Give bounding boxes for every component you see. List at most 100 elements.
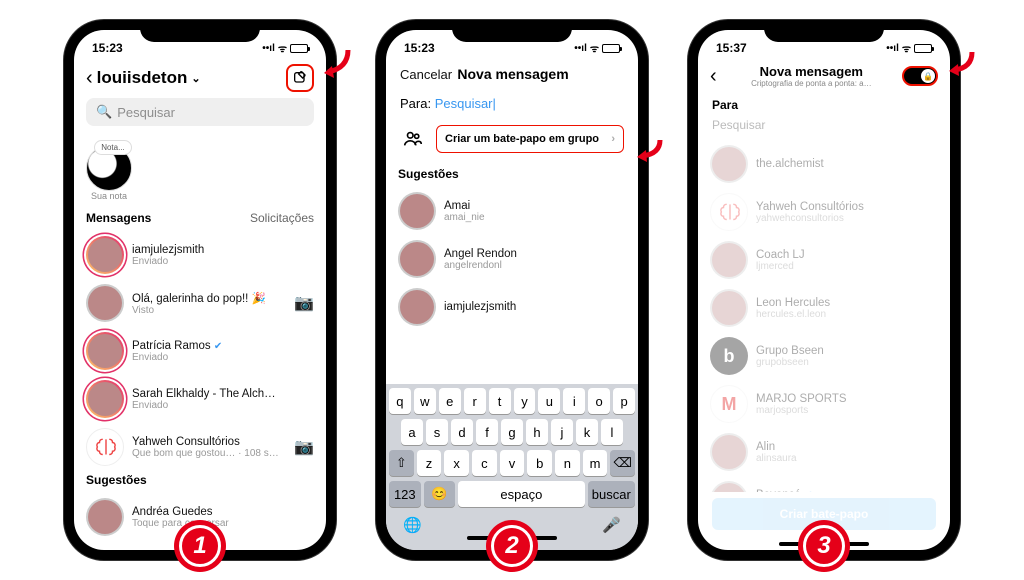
globe-icon[interactable]: 🌐 xyxy=(403,516,422,534)
message-row[interactable]: Olá, galerinha do pop!! 🎉Visto 📷 xyxy=(74,279,326,327)
contact-name: Olá, galerinha do pop!! 🎉 xyxy=(132,291,282,305)
key[interactable]: r xyxy=(464,388,486,414)
search-input[interactable]: 🔍 Pesquisar xyxy=(86,98,314,126)
notes-tray[interactable]: Nota... Sua nota xyxy=(74,134,326,209)
contact-row[interactable]: Coach LJljmerced xyxy=(698,236,950,284)
delete-key[interactable]: ⌫ xyxy=(610,450,635,476)
search-input[interactable]: Pesquisar xyxy=(698,114,950,140)
contact-row[interactable]: Beyoncé ✔beyonce xyxy=(698,476,950,492)
camera-icon[interactable]: 📷 xyxy=(294,293,314,313)
key[interactable]: y xyxy=(514,388,536,414)
step-badge-3: 3 xyxy=(798,520,850,572)
key[interactable]: o xyxy=(588,388,610,414)
message-row[interactable]: Patrícia Ramos ✔Enviado xyxy=(74,327,326,375)
contact-row[interactable]: Alinalinsaura xyxy=(698,428,950,476)
message-preview: Visto xyxy=(132,305,282,316)
key[interactable]: t xyxy=(489,388,511,414)
messages-list[interactable]: iamjulezjsmithEnviadoOlá, galerinha do p… xyxy=(74,231,326,550)
message-preview: Enviado xyxy=(132,256,282,267)
space-key[interactable]: espaço xyxy=(458,481,584,507)
key[interactable]: i xyxy=(563,388,585,414)
callout-arrow-1 xyxy=(318,46,354,82)
contact-row[interactable]: Yahweh Consultóriosyahwehconsultorios xyxy=(698,188,950,236)
requests-link[interactable]: Solicitações xyxy=(250,211,314,225)
back-button[interactable]: ‹ xyxy=(710,65,717,88)
numbers-key[interactable]: 123 xyxy=(389,481,421,507)
status-time: 15:23 xyxy=(404,41,435,55)
suggestion-row[interactable]: Amaiamai_nie xyxy=(386,187,638,235)
key[interactable]: n xyxy=(555,450,580,476)
message-row[interactable]: Sarah Elkhaldy - The AlchemistEnviado xyxy=(74,375,326,423)
avatar xyxy=(86,236,124,274)
contact-row[interactable]: the.alchemist xyxy=(698,140,950,188)
key[interactable]: a xyxy=(401,419,423,445)
key[interactable]: c xyxy=(472,450,497,476)
contact-row[interactable]: Leon Herculeshercules.el.leon xyxy=(698,284,950,332)
key[interactable]: d xyxy=(451,419,473,445)
shift-key[interactable]: ⇧ xyxy=(389,450,414,476)
avatar xyxy=(710,193,748,231)
suggestions-list[interactable]: Amaiamai_nieAngel Rendonangelrendonliamj… xyxy=(386,187,638,331)
status-time: 15:37 xyxy=(716,41,747,55)
avatar: M xyxy=(710,385,748,423)
to-field[interactable]: Para: Pesquisar| xyxy=(386,90,638,117)
go-key[interactable]: buscar xyxy=(588,481,635,507)
key[interactable]: h xyxy=(526,419,548,445)
page-title: Nova mensagem xyxy=(721,64,902,79)
contact-name: iamjulezjsmith xyxy=(132,244,282,256)
suggestion-row[interactable]: iamjulezjsmith xyxy=(386,283,638,331)
key[interactable]: f xyxy=(476,419,498,445)
key[interactable]: q xyxy=(389,388,411,414)
page-subtitle: Criptografia de ponta a ponta: a… xyxy=(721,79,902,88)
avatar xyxy=(86,498,124,536)
avatar xyxy=(398,192,436,230)
avatar xyxy=(86,428,124,466)
section-messages: Mensagens xyxy=(86,211,151,225)
key[interactable]: s xyxy=(426,419,448,445)
avatar: b xyxy=(710,337,748,375)
message-preview: Enviado xyxy=(132,400,282,411)
verified-icon: ✔ xyxy=(214,341,222,352)
message-row[interactable]: iamjulezjsmithEnviado xyxy=(74,231,326,279)
page-title: Nova mensagem xyxy=(457,66,568,82)
key[interactable]: v xyxy=(500,450,525,476)
e2ee-toggle[interactable]: 🔒 xyxy=(902,66,938,86)
avatar xyxy=(398,288,436,326)
search-icon: 🔍 xyxy=(96,104,112,120)
key[interactable]: m xyxy=(583,450,608,476)
create-group-chat-button[interactable]: Criar um bate-papo em grupo › xyxy=(436,125,624,153)
cancel-button[interactable]: Cancelar xyxy=(400,67,452,82)
section-suggestions: Sugestões xyxy=(86,473,147,487)
status-time: 15:23 xyxy=(92,41,123,55)
note-bubble[interactable]: Nota... xyxy=(94,140,132,155)
key[interactable]: w xyxy=(414,388,436,414)
compose-button[interactable] xyxy=(286,64,314,92)
suggestion-row[interactable]: Angel Rendonangelrendonl xyxy=(386,235,638,283)
chevron-right-icon: › xyxy=(611,133,615,145)
phone-notch xyxy=(764,20,884,42)
lock-icon: 🔒 xyxy=(921,69,935,83)
contact-row[interactable]: bGrupo Bseengrupobseen xyxy=(698,332,950,380)
account-switcher[interactable]: louiisdeton⌄ xyxy=(97,68,201,88)
key[interactable]: x xyxy=(444,450,469,476)
key[interactable]: j xyxy=(551,419,573,445)
contact-name: Yahweh Consultórios xyxy=(132,436,282,448)
key[interactable]: g xyxy=(501,419,523,445)
contact-row[interactable]: MMARJO SPORTSmarjosports xyxy=(698,380,950,428)
mic-icon[interactable]: 🎤 xyxy=(602,516,621,534)
avatar xyxy=(86,284,124,322)
contacts-list: the.alchemistYahweh Consultóriosyahwehco… xyxy=(698,140,950,492)
key[interactable]: p xyxy=(613,388,635,414)
camera-icon[interactable]: 📷 xyxy=(294,437,314,457)
note-caption: Sua nota xyxy=(86,191,132,201)
key[interactable]: k xyxy=(576,419,598,445)
key[interactable]: b xyxy=(527,450,552,476)
key[interactable]: u xyxy=(538,388,560,414)
avatar xyxy=(398,240,436,278)
key[interactable]: l xyxy=(601,419,623,445)
key[interactable]: z xyxy=(417,450,442,476)
back-button[interactable]: ‹ xyxy=(86,67,93,90)
emoji-key[interactable]: 😊 xyxy=(424,481,456,507)
key[interactable]: e xyxy=(439,388,461,414)
message-row[interactable]: Yahweh ConsultóriosQue bom que gostou… ·… xyxy=(74,423,326,471)
